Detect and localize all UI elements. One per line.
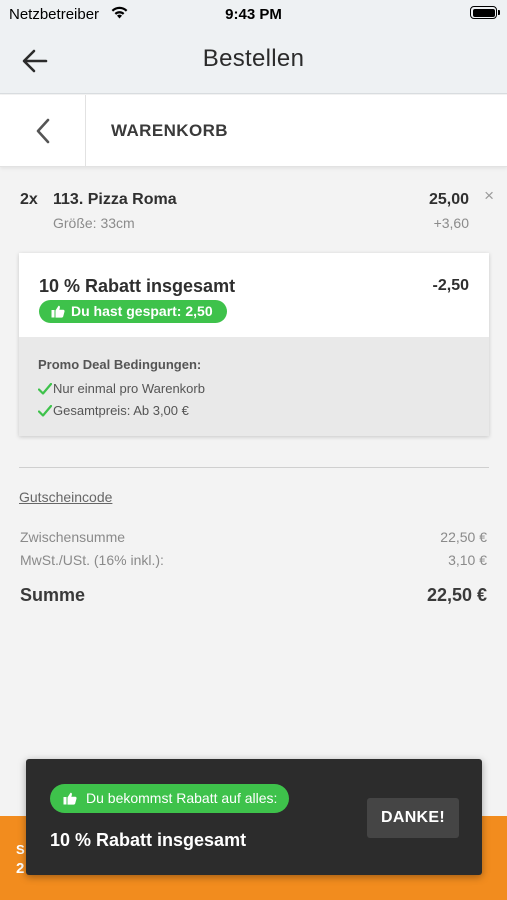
- page-title: Bestellen: [202, 45, 305, 72]
- checkout-bar-label: S: [16, 842, 25, 857]
- thumbs-up-icon: [63, 792, 77, 805]
- remove-item-icon[interactable]: ×: [484, 187, 494, 204]
- promo-title: 10 % Rabatt insgesamt: [39, 276, 236, 296]
- status-bar: Netzbetreiber 9:43 PM: [0, 0, 507, 28]
- subtotal-value: 22,50 €: [440, 529, 487, 545]
- saved-label: Du hast gespart: 2,50: [71, 303, 213, 319]
- item-name: 113. Pizza Roma: [53, 191, 177, 208]
- navigation-bar: Bestellen: [0, 28, 507, 94]
- promo-amount: -2,50: [432, 277, 469, 294]
- checkmark-icon: [38, 405, 52, 417]
- condition-item: Nur einmal pro Warenkorb: [38, 381, 205, 396]
- discount-toast: Du bekommst Rabatt auf alles: 10 % Rabat…: [26, 759, 482, 875]
- checkmark-icon: [38, 383, 52, 395]
- checkout-bar-amount: 2: [16, 860, 25, 877]
- total-value: 22,50 €: [426, 585, 487, 605]
- divider: [19, 467, 489, 468]
- promo-conditions: Promo Deal Bedingungen: Nur einmal pro W…: [19, 337, 489, 436]
- item-price: 25,00: [428, 191, 469, 208]
- condition-text: Gesamtpreis: Ab 3,00 €: [53, 403, 189, 418]
- condition-item: Gesamtpreis: Ab 3,00 €: [38, 403, 189, 418]
- condition-text: Nur einmal pro Warenkorb: [53, 381, 205, 396]
- toast-badge: Du bekommst Rabatt auf alles:: [50, 784, 290, 813]
- cart-back-button[interactable]: [0, 95, 86, 167]
- item-extra-price: +3,60: [433, 215, 469, 231]
- cart-header: WARENKORB: [0, 95, 507, 167]
- item-size: Größe: 33cm: [53, 215, 135, 231]
- saved-badge: Du hast gespart: 2,50: [39, 300, 227, 323]
- toast-title: 10 % Rabatt insgesamt: [50, 830, 247, 850]
- cart-title: WARENKORB: [111, 121, 228, 140]
- subtotal-label: Zwischensumme: [20, 529, 126, 545]
- clock: 9:43 PM: [225, 6, 282, 23]
- thanks-button[interactable]: DANKE!: [367, 798, 459, 838]
- conditions-title: Promo Deal Bedingungen:: [38, 357, 202, 372]
- thumbs-up-icon: [51, 305, 65, 318]
- battery-icon: [470, 6, 500, 19]
- chevron-left-icon: [36, 118, 50, 144]
- total-label: Summe: [20, 585, 86, 605]
- promo-summary: 10 % Rabatt insgesamt -2,50 Du hast gesp…: [19, 253, 489, 337]
- voucher-code-link[interactable]: Gutscheincode: [19, 489, 112, 505]
- toast-badge-label: Du bekommst Rabatt auf alles:: [86, 790, 278, 806]
- tax-label: MwSt./USt. (16% inkl.):: [20, 552, 164, 568]
- tax-value: 3,10 €: [448, 552, 487, 568]
- cart-item: 2x 113. Pizza Roma Größe: 33cm 25,00 +3,…: [0, 167, 507, 247]
- item-quantity: 2x: [20, 191, 38, 208]
- promo-card: 10 % Rabatt insgesamt -2,50 Du hast gesp…: [19, 253, 489, 436]
